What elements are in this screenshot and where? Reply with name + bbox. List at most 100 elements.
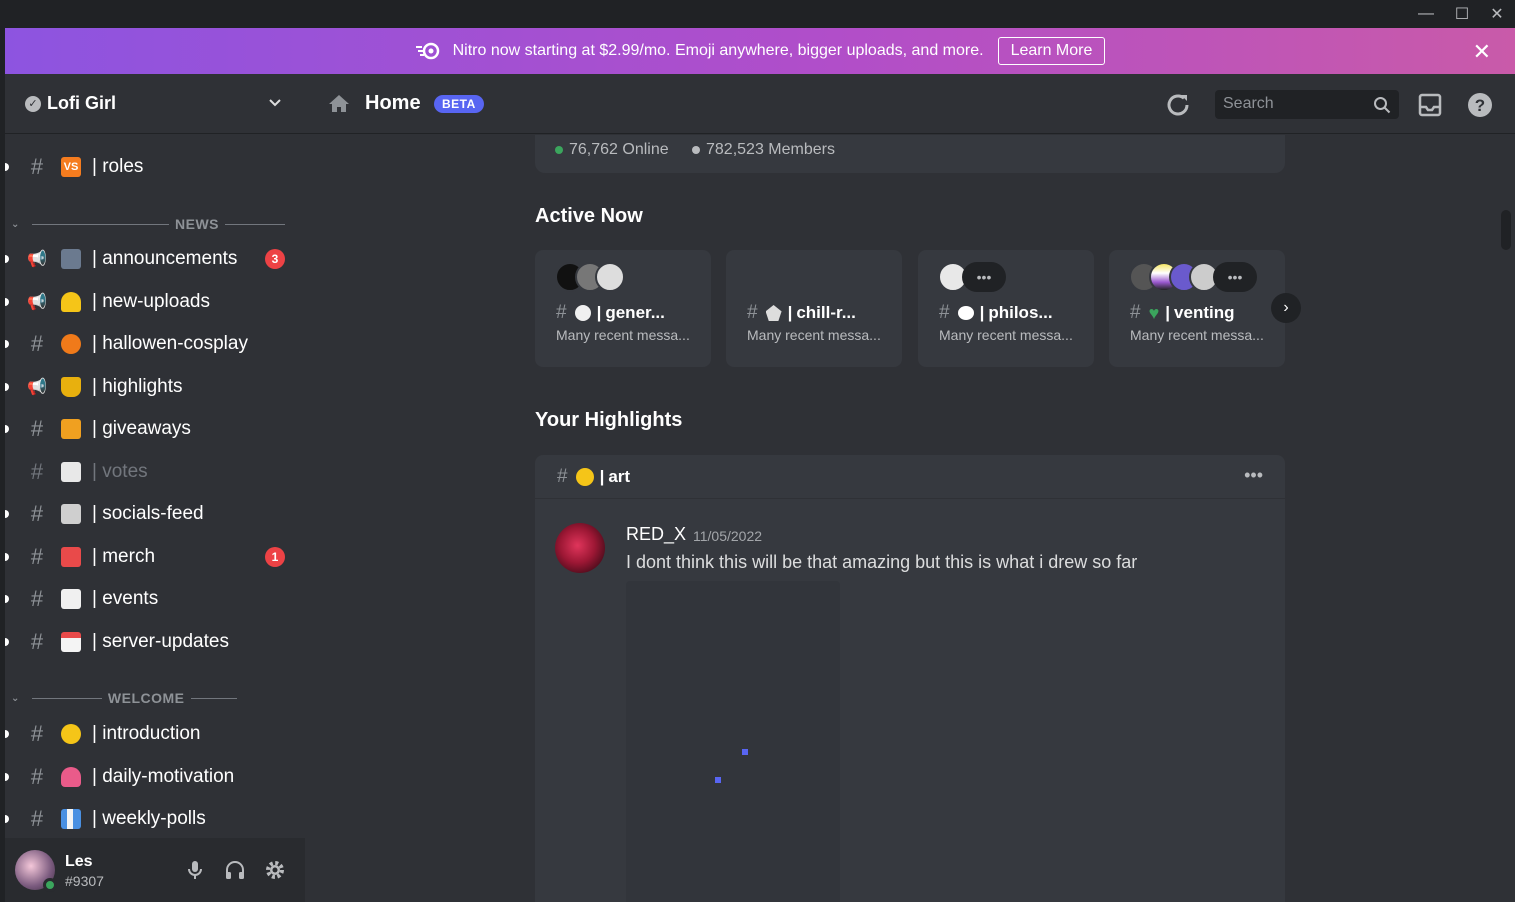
page-title: Home [365,92,421,114]
pumpkin-emoji-icon [61,334,81,354]
avatar[interactable] [555,523,605,573]
activity-subtext: Many recent messa... [747,327,881,343]
top-bar: Home BETA Search ? [305,74,1515,134]
chevron-down-icon: ⌄ [11,218,20,230]
activity-subtext: Many recent messa... [1130,327,1264,343]
hash-icon: # [30,154,44,179]
shirt-emoji-icon [61,547,81,567]
unread-indicator [5,638,9,646]
channel-votes[interactable]: # | votes [5,452,305,492]
carousel-next-button[interactable]: › [1271,293,1301,323]
hash-icon: # [30,721,44,746]
channel-roles[interactable]: # VS | roles [5,147,305,187]
hash-icon: # [557,465,568,487]
hash-icon: # [30,459,44,484]
trophy-emoji-icon [61,377,81,397]
category-welcome[interactable]: ⌄ WELCOME [11,688,291,708]
avatar [595,262,625,292]
close-window-icon[interactable]: ✕ [1479,0,1515,28]
green-heart-emoji-icon: ♥ [1148,302,1160,323]
refresh-icon[interactable] [1165,92,1193,118]
channel-socials-feed[interactable]: # | socials-feed [5,494,305,534]
channel-label: merch [102,546,156,567]
hash-icon: # [556,302,567,323]
channel-events[interactable]: # | events [5,579,305,619]
headphones-icon[interactable] [223,858,247,882]
banner-text: Nitro now starting at $2.99/mo. Emoji an… [452,42,984,59]
category-news[interactable]: ⌄ NEWS [11,214,291,234]
channel-label: votes [102,461,148,482]
channel-new-uploads[interactable]: 📢 | new-uploads [5,282,305,322]
active-channel-card[interactable]: ••• # | philos... Many recent messa... [918,250,1094,367]
home-feed: 76,762 Online 782,523 Members Active Now… [305,135,1515,902]
image-attachment[interactable] [626,581,840,902]
close-banner-icon[interactable]: ✕ [1473,39,1491,65]
channel-merch[interactable]: # | merch 1 [5,537,305,577]
window-titlebar: — ☐ ✕ [0,0,1515,28]
channel-server-updates[interactable]: # | server-updates [5,622,305,662]
active-channel-card[interactable]: # | chill-r... Many recent messa... [726,250,902,367]
active-channel-card[interactable]: ••• # ♥ | venting Many recent messa... [1109,250,1285,367]
announcement-icon: 📢 [27,294,47,311]
unread-indicator [5,595,9,603]
divider [31,697,102,699]
hash-icon: # [30,331,44,356]
participant-avatars: ••• [938,262,1006,294]
megaphone-emoji-icon [61,249,81,269]
channel-label: giveaways [102,418,191,439]
channel-label: highlights [102,376,183,397]
speech-bubble-emoji-icon [957,306,974,320]
online-dot-icon [555,146,563,154]
channel-introduction[interactable]: # | introduction [5,714,305,754]
highlight-channel-header[interactable]: # | art [535,455,1285,499]
loading-dot [715,777,721,783]
hash-icon: # [30,764,44,789]
message-author[interactable]: RED_X [626,524,686,545]
settings-gear-icon[interactable] [263,858,287,882]
channel-label: socials-feed [102,503,204,524]
channel-label: introduction [102,723,201,744]
message-text: I dont think this will be that amazing b… [626,552,1138,572]
nitro-banner: Nitro now starting at $2.99/mo. Emoji an… [5,28,1515,74]
channel-giveaways[interactable]: # | giveaways [5,409,305,449]
more-options-icon[interactable]: ••• [1244,465,1263,486]
scrollbar[interactable] [1501,210,1511,250]
search-input[interactable]: Search [1215,90,1399,119]
help-icon[interactable]: ? [1467,92,1493,118]
active-channel-card[interactable]: # | gener... Many recent messa... [535,250,711,367]
hash-icon: # [30,586,44,611]
participant-avatars [555,262,625,294]
bar-chart-emoji-icon [61,809,81,829]
unread-indicator [5,255,9,263]
announcement-icon: 📢 [27,251,47,268]
microphone-icon[interactable] [183,858,207,882]
unread-indicator [5,383,9,391]
house-emoji-icon [765,305,782,321]
message-timestamp: 11/05/2022 [693,528,763,544]
loading-dot [742,749,748,755]
channel-label: philos... [988,303,1053,322]
user-tag: #9307 [65,873,104,889]
learn-more-button[interactable]: Learn More [997,37,1106,65]
maximize-icon[interactable]: ☐ [1444,0,1480,28]
server-header[interactable]: ✓ Lofi Girl [5,74,305,134]
nitro-icon [415,42,439,60]
highlights-heading: Your Highlights [535,409,683,431]
main-panel: Home BETA Search ? 76,762 Online 782,523… [305,74,1515,902]
channel-daily-motivation[interactable]: # | daily-motivation [5,757,305,797]
channel-label: chill-r... [796,303,856,322]
channel-hallowen-cosplay[interactable]: # | hallowen-cosplay [5,324,305,364]
search-placeholder: Search [1223,95,1274,112]
channel-highlights[interactable]: 📢 | highlights [5,367,305,407]
member-count: 782,523 Members [692,141,835,159]
hash-icon: # [30,416,44,441]
hash-icon: # [1130,302,1141,323]
channel-announcements[interactable]: 📢 | announcements 3 [5,239,305,279]
minimize-icon[interactable]: — [1408,0,1444,28]
channel-weekly-polls[interactable]: # | weekly-polls [5,799,305,839]
unread-indicator [5,773,9,781]
online-status-icon [43,878,57,892]
mention-badge: 1 [265,547,285,567]
inbox-icon[interactable] [1417,92,1443,118]
dice-emoji-icon [61,589,81,609]
